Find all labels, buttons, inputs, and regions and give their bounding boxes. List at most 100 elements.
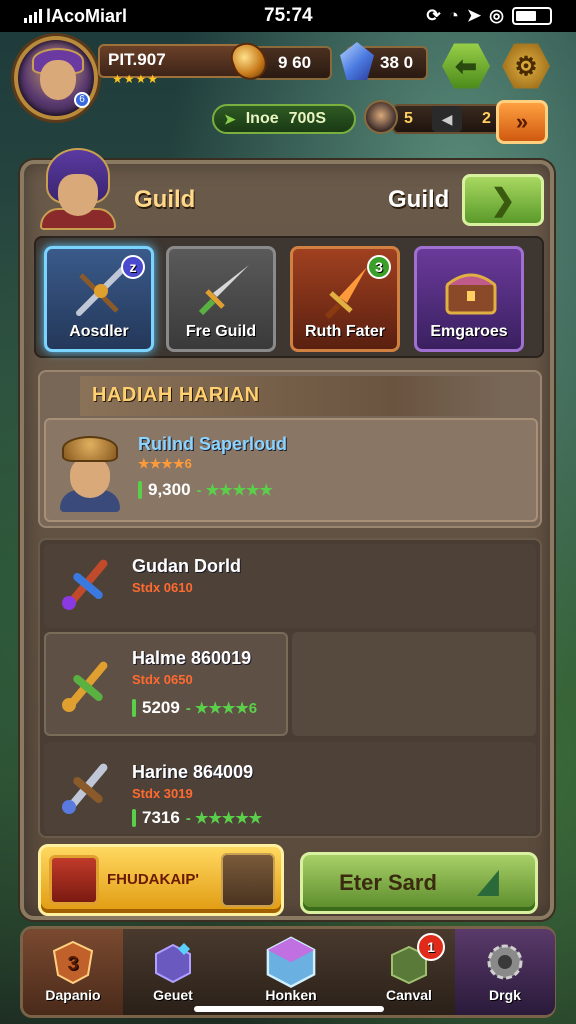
cube-icon: [155, 943, 191, 984]
daily-hero-portrait: [54, 434, 126, 512]
level-number: 5: [404, 110, 413, 127]
chest-icon: [49, 855, 99, 905]
item-value: 7316: [142, 808, 180, 827]
category-label: Aosdler: [69, 323, 129, 340]
crossbow-gem: [62, 800, 76, 814]
status-icons: ⟳ ◔ ➤ ◎: [426, 6, 552, 26]
nav-geuet[interactable]: Geuet: [123, 929, 223, 1015]
staff-gem: [62, 596, 76, 610]
player-level-badge: 6: [74, 92, 90, 108]
weapon-reward-icon: [221, 853, 275, 907]
category-aosdler[interactable]: z Aosdler: [44, 246, 154, 352]
item-title: Gudan Dorld: [132, 556, 241, 576]
stat-bar-icon: [132, 809, 136, 827]
daily-reward-banner: HADIAH HARIAN: [80, 376, 500, 416]
category-label: Emgaroes: [430, 323, 508, 340]
list-item[interactable]: Halme 860019 Stdx 0650 5209 - ★★★★6: [44, 632, 288, 736]
orientation-lock-icon: ⟳: [426, 6, 441, 25]
daily-reward-stars: - ★★★★★: [196, 482, 273, 499]
shield-number-icon: 3: [52, 940, 94, 985]
fast-forward-button[interactable]: »: [496, 100, 548, 144]
fast-forward-icon: »: [515, 109, 529, 134]
guild-panel: Guild Guild ❯ z Aosdler Fre Guild 3 Ruth…: [20, 148, 554, 920]
guild-hero-portrait: [38, 144, 118, 234]
enter-button[interactable]: Eter Sard: [300, 852, 538, 914]
nav-label: Drgk: [489, 987, 521, 1003]
nav-dapanio[interactable]: 3 Dapanio: [23, 929, 123, 1015]
flag-icon: [476, 870, 499, 896]
arrow-left-icon: ⬅: [455, 50, 477, 81]
category-emgaroes[interactable]: Emgaroes: [414, 246, 524, 352]
stat-bar-icon: [132, 699, 136, 717]
sword-icon: [198, 265, 249, 316]
svg-text:3: 3: [67, 953, 78, 975]
alarm-icon: ◎: [489, 6, 504, 25]
home-indicator[interactable]: [194, 1006, 384, 1012]
wifi-icon: ◔: [448, 6, 459, 25]
nav-honken[interactable]: Honken: [241, 929, 341, 1015]
daily-reward-section: HADIAH HARIAN Ruilnd Saperloud ★★★★6 9,3…: [38, 370, 542, 528]
event-pill[interactable]: ➤ Inoe 700S: [212, 104, 356, 134]
gold-value: 9 60: [278, 53, 312, 72]
crossbow-icon: [56, 756, 118, 818]
stat-bar-icon: [138, 481, 142, 499]
player-avatar[interactable]: 6: [14, 36, 98, 120]
list-item-empty-slot: [292, 632, 536, 736]
category-fre-guild[interactable]: Fre Guild: [166, 246, 276, 352]
category-label: Fre Guild: [185, 323, 257, 340]
nav-label: Canval: [386, 987, 432, 1003]
status-bar: lAcoMiarl 75:74 ⟳ ◔ ➤ ◎: [0, 0, 576, 32]
daily-reward-stat: 9,300 - ★★★★★: [138, 480, 273, 500]
enter-label: Eter Sard: [339, 870, 437, 895]
nav-drgk[interactable]: Drgk: [455, 929, 555, 1015]
gear-icon: ⚙: [514, 50, 538, 81]
panel-header: Guild Guild ❯: [24, 148, 550, 238]
nav-label: Dapanio: [45, 987, 101, 1003]
daily-reward-value: 9,300: [148, 480, 191, 499]
pill-label: Inoe: [245, 110, 279, 127]
pill-value: 700S: [288, 110, 326, 127]
gem-value: 38 0: [380, 53, 414, 72]
list-item[interactable]: Gudan Dorld Stdx 0610: [44, 544, 536, 628]
settings-button[interactable]: ⚙: [502, 43, 550, 89]
level-right-number: 2: [482, 110, 491, 127]
daily-reward-title: Ruilnd Saperloud: [138, 434, 288, 454]
carrier-name: lAcoMiarl: [46, 5, 128, 26]
chevron-right-icon: ❯: [490, 183, 516, 217]
next-page-button[interactable]: ❯: [462, 174, 544, 226]
back-arrow-button[interactable]: ⬅: [442, 43, 490, 89]
item-title: Halme 860019: [132, 648, 252, 668]
sword-pommel: [62, 698, 76, 712]
reward-button[interactable]: FHUDAKAIP': [38, 844, 284, 916]
panel-title-right: Guild: [388, 186, 450, 213]
item-sub: Stdx 3019: [132, 786, 193, 801]
location-icon: ➤: [466, 6, 482, 25]
panel-title-left: Guild: [134, 186, 196, 213]
bottom-nav: 3 Dapanio Geuet Honken 1 Canval Drgk: [20, 926, 556, 1018]
carrier-group: lAcoMiarl: [24, 6, 224, 27]
item-sub: Stdx 0650: [132, 672, 193, 687]
daily-reward-sub: ★★★★6: [138, 456, 192, 471]
nav-label: Geuet: [153, 987, 193, 1003]
category-ruth-fater[interactable]: 3 Ruth Fater: [290, 246, 400, 352]
item-value: 5209: [142, 698, 180, 717]
portrait-face: [70, 458, 110, 498]
friend-avatar[interactable]: [364, 100, 398, 134]
category-badge: 3: [367, 255, 391, 279]
category-badge: z: [121, 255, 145, 279]
level-prev-button[interactable]: ◀: [432, 106, 462, 132]
crystal-cube-icon: [266, 936, 316, 988]
item-stat: 5209 - ★★★★6: [132, 698, 257, 718]
item-sub: Stdx 0610: [132, 580, 193, 595]
daily-reward-card[interactable]: Ruilnd Saperloud ★★★★6 9,300 - ★★★★★: [44, 418, 538, 522]
avatar-face: [40, 60, 76, 100]
item-title: Harine 864009: [132, 762, 254, 782]
hero-face: [58, 174, 98, 216]
nav-canval[interactable]: 1 Canval: [359, 929, 459, 1015]
player-name: PIT.907: [108, 50, 166, 69]
treasure-chest-icon: [445, 273, 497, 315]
pill-arrow-icon: ➤: [224, 110, 236, 127]
list-item[interactable]: Harine 864009 Stdx 3019 7316 - ★★★★★: [44, 742, 536, 834]
player-stars: ★★★★: [112, 72, 160, 86]
golden-sword-icon: [56, 654, 118, 716]
